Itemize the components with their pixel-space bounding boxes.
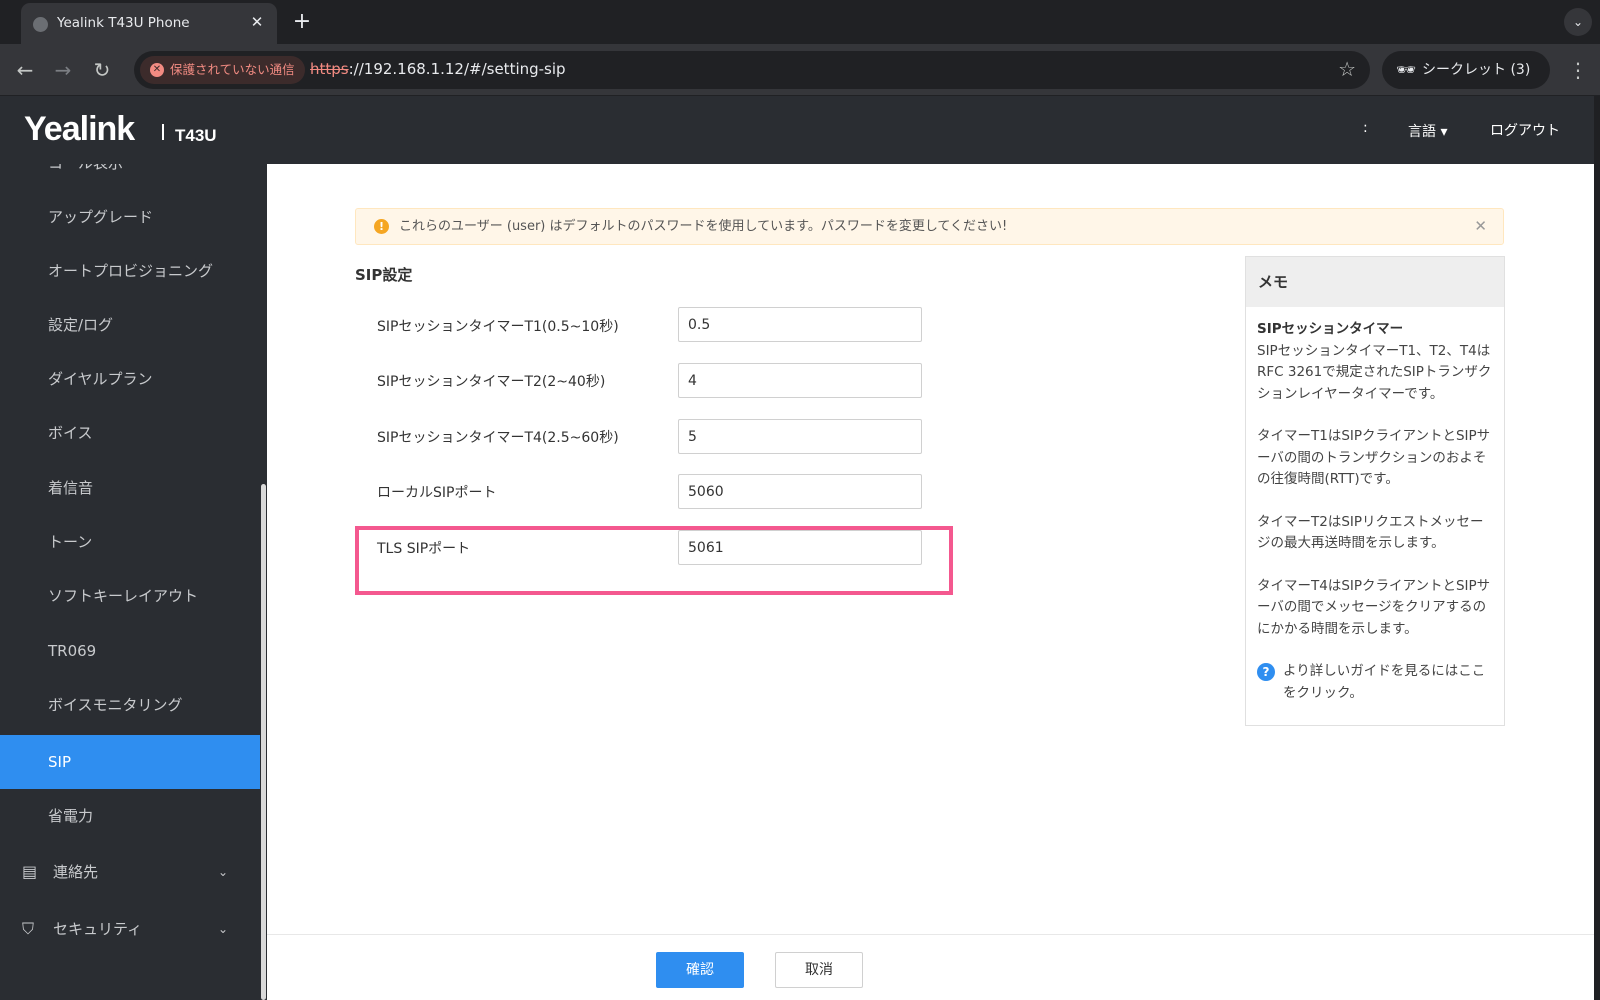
tls-sip-port-input[interactable] [678,530,922,565]
sidebar-group-contacts[interactable]: ▤ 連絡先 ⌄ [0,844,260,900]
main-content: ! これらのユーザー (user) はデフォルトのパスワードを使用しています。パ… [267,164,1594,1000]
sidebar-item-dial-plan[interactable]: ダイヤルプラン [0,352,260,406]
forward-button[interactable]: → [50,57,76,83]
section-title: SIP設定 [355,266,413,284]
memo-paragraph: タイマーT1はSIPクライアントとSIPサーバの間のトランザクションのおよその往… [1257,428,1491,487]
sidebar-item-tones[interactable]: トーン [0,515,260,569]
browser-menu-icon[interactable]: ⋮ [1568,57,1588,83]
tab-search-icon[interactable]: ⌄ [1564,8,1592,36]
yealink-logo: Yealink [24,110,135,148]
warning-icon: ! [374,219,389,234]
language-dropdown[interactable]: 言語 ▾ [1408,121,1447,141]
reload-button[interactable]: ↻ [89,57,115,83]
memo-paragraph: タイマーT2はSIPリクエストメッセージの最大再送時間を示します。 [1257,513,1484,552]
tls-sip-port-label: TLS SIPポート [377,541,471,557]
memo-title: メモ [1246,257,1504,307]
t1-input[interactable] [678,307,922,342]
t1-label: SIPセッションタイマーT1(0.5~10秒) [377,319,619,335]
security-label: 保護されていない通信 [170,62,295,77]
sidebar-item-power-saving[interactable]: 省電力 [0,789,260,843]
memo-paragraph: タイマーT4はSIPクライアントとSIPサーバの間でメッセージをクリアするのにか… [1257,577,1491,637]
sidebar-item-auto-provisioning[interactable]: オートプロビジョニング [0,244,260,298]
t4-input[interactable] [678,419,922,454]
sidebar-item-voice[interactable]: ボイス [0,406,260,460]
url-path: ://192.168.1.12/#/setting-sip [348,60,566,78]
incognito-icon: 🕶 [1396,60,1417,79]
back-button[interactable]: ← [12,57,38,83]
browser-tab[interactable]: Yealink T43U Phone ✕ [21,3,277,44]
t2-label: SIPセッションタイマーT2(2~40秒) [377,374,606,390]
browser-toolbar: ← → ↻ ✕ 保護されていない通信 https://192.168.1.12/… [0,44,1600,96]
sidebar-item-tr069[interactable]: TR069 [0,624,260,678]
t4-label: SIPセッションタイマーT4(2.5~60秒) [377,430,619,446]
header-colon: : [1363,120,1368,136]
url-text[interactable]: https://192.168.1.12/#/setting-sip [310,60,566,78]
sidebar-item-softkey-layout[interactable]: ソフトキーレイアウト [0,569,260,623]
not-secure-icon: ✕ [150,63,164,77]
logout-button[interactable]: ログアウト [1490,120,1560,140]
browser-tabstrip: Yealink T43U Phone ✕ + ⌄ [0,0,1600,44]
app-header: Yealink T43U : 言語 ▾ ログアウト [0,96,1594,164]
bookmark-star-icon[interactable]: ☆ [1338,57,1356,81]
sidebar-item-ringtone[interactable]: 着信音 [0,461,260,515]
address-bar[interactable]: ✕ 保護されていない通信 https://192.168.1.12/#/sett… [134,51,1370,89]
sidebar-item-config-log[interactable]: 設定/ログ [0,298,260,352]
sidebar-item-voice-monitoring[interactable]: ボイスモニタリング [0,678,260,732]
logo-divider [162,124,164,140]
help-link[interactable]: ? より詳しいガイドを見るにはここをクリック。 [1257,661,1493,704]
contact-card-icon: ▤ [22,862,38,881]
form-footer: 確認 取消 [267,934,1594,1000]
sidebar-item-call-display[interactable]: コール表示 [0,164,260,190]
sidebar-item-sip[interactable]: SIP [0,735,260,789]
help-link-text[interactable]: より詳しいガイドを見るにはここをクリック。 [1283,663,1485,701]
url-scheme: https [310,60,349,78]
help-question-icon: ? [1257,663,1275,681]
globe-icon [33,17,48,32]
local-sip-port-label: ローカルSIPポート [377,485,497,501]
sidebar-group-security[interactable]: ⛉ セキュリティ ⌄ [0,901,260,957]
sidebar-group-label: 連絡先 [53,863,99,881]
sidebar-group-label: セキュリティ [53,920,143,938]
memo-body: SIPセッションタイマー SIPセッションタイマーT1、T2、T4はRFC 32… [1246,307,1504,716]
alert-text: これらのユーザー (user) はデフォルトのパスワードを使用しています。パスワ… [399,219,1008,234]
local-sip-port-input[interactable] [678,474,922,509]
new-tab-button[interactable]: + [290,10,314,34]
confirm-button[interactable]: 確認 [656,952,744,988]
memo-panel: メモ SIPセッションタイマー SIPセッションタイマーT1、T2、T4はRFC… [1245,256,1505,726]
sidebar: コール表示 アップグレード オートプロビジョニング 設定/ログ ダイヤルプラン … [0,164,260,1000]
sidebar-scrollbar-thumb[interactable] [261,484,266,1000]
chevron-down-icon: ⌄ [217,922,228,936]
sidebar-item-upgrade[interactable]: アップグレード [0,190,260,244]
alert-close-icon[interactable]: ✕ [1474,209,1487,244]
security-chip[interactable]: ✕ 保護されていない通信 [140,56,305,84]
password-warning-alert: ! これらのユーザー (user) はデフォルトのパスワードを使用しています。パ… [355,208,1504,245]
tab-close-icon[interactable]: ✕ [247,12,267,32]
t2-input[interactable] [678,363,922,398]
memo-subtitle: SIPセッションタイマー [1257,321,1404,337]
model-name: T43U [175,126,217,145]
incognito-button[interactable]: 🕶 シークレット (3) [1382,51,1550,89]
cancel-button[interactable]: 取消 [775,952,863,988]
shield-icon: ⛉ [22,919,35,938]
chevron-down-icon: ⌄ [217,865,228,879]
tab-title: Yealink T43U Phone [57,15,190,31]
incognito-label: シークレット (3) [1422,62,1531,78]
memo-paragraph: SIPセッションタイマーT1、T2、T4はRFC 3261で規定されたSIPトラ… [1257,342,1492,402]
